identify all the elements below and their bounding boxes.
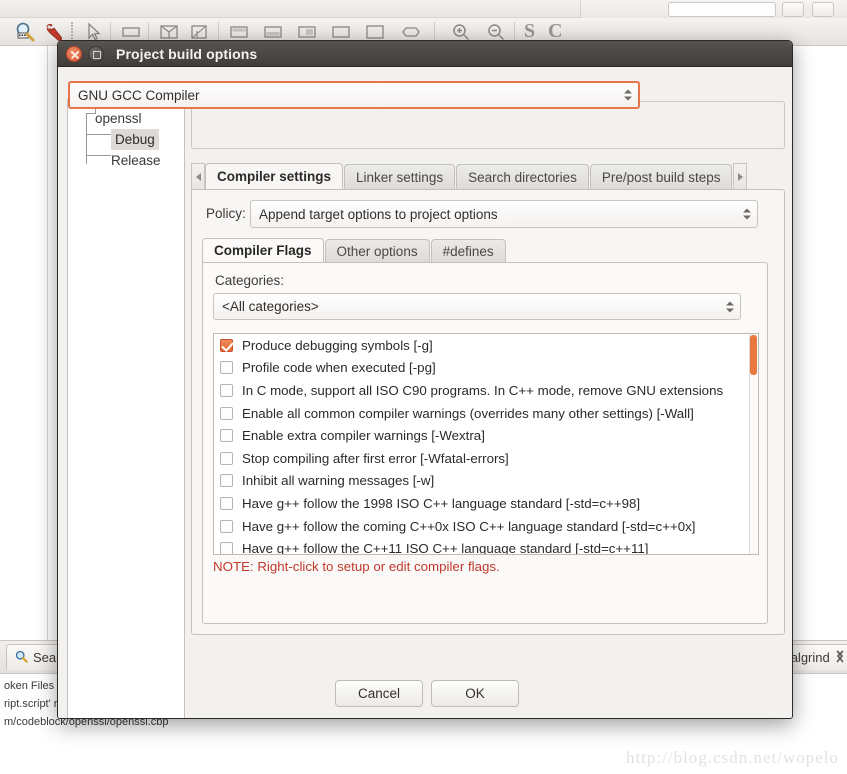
scroll-right-icon[interactable] xyxy=(733,163,748,190)
tree-item-debug[interactable]: Debug xyxy=(68,129,184,150)
checkbox-icon[interactable] xyxy=(220,542,233,554)
tab-pre-post-build-steps[interactable]: Pre/post build steps xyxy=(589,164,733,190)
checkbox-checked-icon[interactable] xyxy=(220,338,233,352)
dialog-body: openssl Debug Release Selected compiler … xyxy=(58,67,792,718)
flags-scrollbar[interactable] xyxy=(749,334,758,554)
flags-notebook: Compiler Flags Other options #defines Ca… xyxy=(202,238,768,624)
flag-label: Inhibit all warning messages [-w] xyxy=(242,473,435,489)
tree-item-release-label: Release xyxy=(111,153,161,168)
tab-search-directories[interactable]: Search directories xyxy=(456,164,589,190)
policy-select[interactable]: Append target options to project options xyxy=(250,200,758,228)
checkbox-icon[interactable] xyxy=(220,496,233,510)
tab-compiler-settings[interactable]: Compiler settings xyxy=(205,163,344,190)
flag-label: Have g++ follow the coming C++0x ISO C++… xyxy=(242,518,696,534)
scroll-left-icon[interactable] xyxy=(191,163,205,190)
compiler-select[interactable]: GNU GCC Compiler xyxy=(68,81,640,109)
flag-row[interactable]: Inhibit all warning messages [-w] xyxy=(214,470,758,493)
flag-row[interactable]: Have g++ follow the C++11 ISO C++ langua… xyxy=(214,537,758,555)
tree-item-openssl[interactable]: openssl xyxy=(68,108,184,129)
cancel-button[interactable]: Cancel xyxy=(335,680,423,707)
tab-pre-post-build-steps-label: Pre/post build steps xyxy=(601,169,721,185)
background-search-field[interactable] xyxy=(668,2,776,17)
tab-other-options[interactable]: Other options xyxy=(324,239,430,263)
tab-compiler-flags-label: Compiler Flags xyxy=(214,243,312,258)
background-left-panel xyxy=(0,46,48,640)
flags-scrollbar-thumb[interactable] xyxy=(750,335,757,375)
flag-row[interactable]: Have g++ follow the coming C++0x ISO C++… xyxy=(214,515,758,538)
flag-row[interactable]: Produce debugging symbols [-g] xyxy=(214,334,758,357)
flag-row[interactable]: In C mode, support all ISO C90 programs.… xyxy=(214,379,758,402)
watermark: http://blog.csdn.net/wopelo xyxy=(625,748,839,767)
tab-linker-settings-label: Linker settings xyxy=(356,169,444,185)
tree-item-debug-label: Debug xyxy=(111,129,159,150)
flag-label: Produce debugging symbols [-g] xyxy=(242,337,433,353)
policy-label: Policy: xyxy=(206,206,246,221)
tab-defines[interactable]: #defines xyxy=(430,239,506,263)
flag-row[interactable]: Have g++ follow the 1998 ISO C++ languag… xyxy=(214,492,758,515)
ok-button[interactable]: OK xyxy=(431,680,519,707)
project-build-options-dialog: Project build options openssl Debug Rele… xyxy=(57,40,793,719)
flag-label: Enable extra compiler warnings [-Wextra] xyxy=(242,428,485,444)
dialog-titlebar[interactable]: Project build options xyxy=(58,41,792,67)
dialog-title: Project build options xyxy=(116,45,258,62)
chevron-updown-icon xyxy=(743,208,751,220)
flag-row[interactable]: Enable extra compiler warnings [-Wextra] xyxy=(214,424,758,447)
valgrind-icon xyxy=(835,649,845,666)
compiler-select-value: GNU GCC Compiler xyxy=(78,87,200,103)
tab-defines-label: #defines xyxy=(442,243,494,259)
tab-compiler-flags[interactable]: Compiler Flags xyxy=(202,238,324,263)
flag-row[interactable]: Profile code when executed [-pg] xyxy=(214,357,758,380)
checkbox-icon[interactable] xyxy=(220,383,233,397)
tree-item-openssl-label: openssl xyxy=(95,111,142,126)
target-tree-inner: openssl Debug Release xyxy=(68,100,184,171)
ok-button-label: OK xyxy=(465,686,485,701)
compiler-flags-panel: Categories: <All categories> Produce deb… xyxy=(202,262,768,624)
checkbox-icon[interactable] xyxy=(220,429,233,443)
flag-label: Stop compiling after first error [-Wfata… xyxy=(242,450,509,466)
zoom-find-icon[interactable] xyxy=(14,21,36,43)
checkbox-icon[interactable] xyxy=(220,474,233,488)
tab-linker-settings[interactable]: Linker settings xyxy=(344,164,456,190)
tab-other-options-label: Other options xyxy=(336,243,418,259)
tree-item-release[interactable]: Release xyxy=(68,150,184,171)
flag-label: Have g++ follow the C++11 ISO C++ langua… xyxy=(242,541,649,555)
flag-row[interactable]: Enable all common compiler warnings (ove… xyxy=(214,402,758,425)
flags-notebook-tabrow: Compiler Flags Other options #defines xyxy=(202,238,507,263)
compiler-flags-list[interactable]: Produce debugging symbols [-g] Profile co… xyxy=(213,333,759,555)
close-icon[interactable] xyxy=(66,45,82,62)
tab-search-directories-label: Search directories xyxy=(468,169,577,185)
maximize-icon[interactable] xyxy=(88,45,104,62)
screen: S C Search Valgrind oken Files p ript.sc… xyxy=(0,0,847,774)
flags-note: NOTE: Right-click to setup or edit compi… xyxy=(213,559,500,574)
categories-select-value: <All categories> xyxy=(222,299,319,314)
checkbox-icon[interactable] xyxy=(220,406,233,420)
flag-label: Profile code when executed [-pg] xyxy=(242,360,436,376)
categories-select[interactable]: <All categories> xyxy=(213,293,741,320)
tab-compiler-settings-label: Compiler settings xyxy=(217,169,332,184)
categories-label: Categories: xyxy=(215,273,285,288)
flag-label: Enable all common compiler warnings (ove… xyxy=(242,405,694,421)
settings-notebook-tabrow: Compiler settings Linker settings Search… xyxy=(191,163,785,190)
search-icon xyxy=(15,650,28,666)
checkbox-icon[interactable] xyxy=(220,451,233,465)
checkbox-icon[interactable] xyxy=(220,361,233,375)
background-small-button-2[interactable] xyxy=(812,2,834,17)
flag-label: Have g++ follow the 1998 ISO C++ languag… xyxy=(242,495,641,511)
background-small-button-1[interactable] xyxy=(782,2,804,17)
compiler-flags-rows: Produce debugging symbols [-g] Profile co… xyxy=(214,334,758,555)
target-tree[interactable]: openssl Debug Release xyxy=(67,99,185,718)
flag-label: In C mode, support all ISO C90 programs.… xyxy=(242,382,724,398)
checkbox-icon[interactable] xyxy=(220,519,233,533)
cancel-button-label: Cancel xyxy=(357,686,401,701)
settings-notebook: Compiler settings Linker settings Search… xyxy=(191,163,785,635)
compiler-settings-panel: Policy: Append target options to project… xyxy=(191,189,785,635)
flag-row[interactable]: Stop compiling after first error [-Wfata… xyxy=(214,447,758,470)
chevron-updown-icon xyxy=(624,89,632,101)
chevron-updown-icon xyxy=(726,301,734,312)
policy-select-value: Append target options to project options xyxy=(259,206,498,222)
